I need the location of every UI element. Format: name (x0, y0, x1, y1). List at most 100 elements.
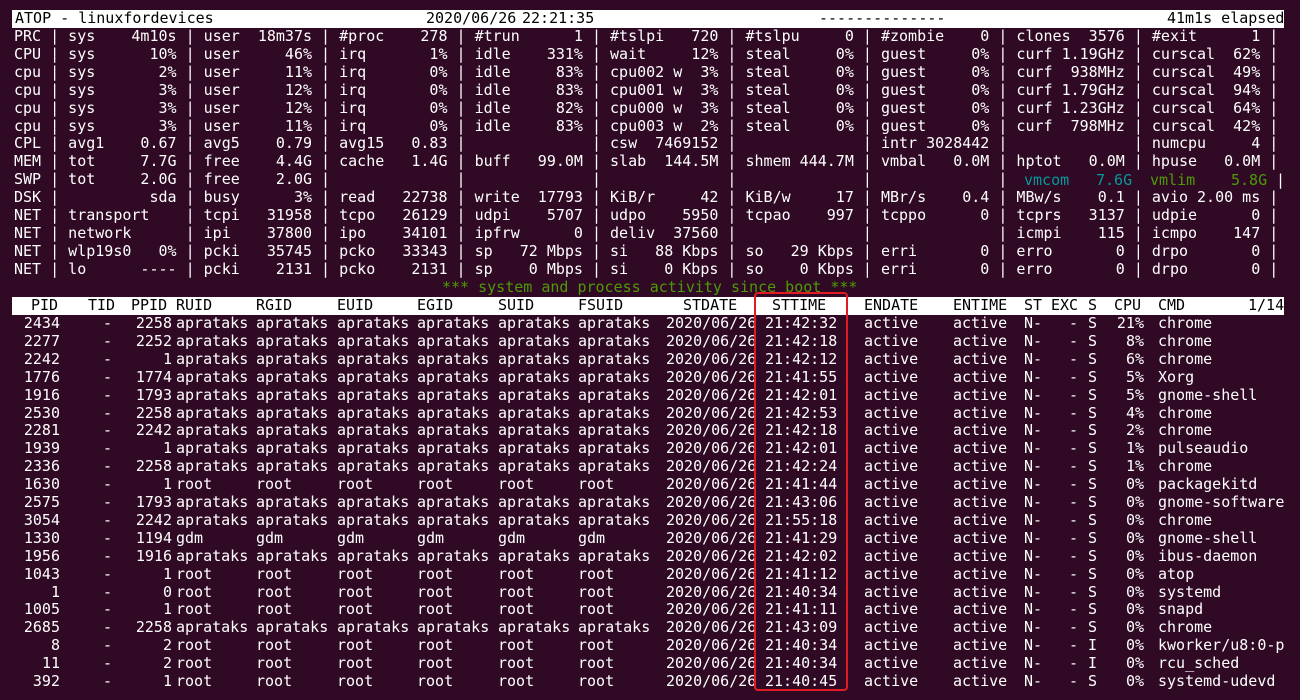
cell-ppid: 1 (162, 672, 172, 690)
cell-egid: root (417, 582, 454, 601)
cell-endate: active (864, 457, 919, 476)
col-header-cmd[interactable]: CMD (1158, 296, 1185, 315)
cell-rgid: aprataks (256, 493, 329, 511)
table-row[interactable]: 8-2 root root root root root root 2020/06/26 21:… (0, 636, 1300, 655)
cell-st: N- (1024, 528, 1043, 547)
cell-fsuid: aprataks (578, 510, 651, 529)
vmcom-value: 7.6G (1096, 170, 1133, 189)
cell-st: N- (1024, 564, 1043, 583)
col-header-pid[interactable]: PID (31, 296, 58, 315)
cell-suid: aprataks (498, 367, 571, 386)
cell-fsuid: aprataks (578, 385, 651, 404)
col-header-st[interactable]: ST (1024, 296, 1042, 315)
col-header-egid[interactable]: EGID (417, 296, 453, 315)
table-row[interactable]: 11-2 root root root root root root 2020/06/26 21… (0, 654, 1300, 673)
table-row[interactable]: 1005-1 root root root root root root 2020/06/26… (0, 600, 1300, 619)
cell-st: N- (1024, 654, 1043, 673)
cell-exc: - (1068, 421, 1078, 440)
col-header-sttime[interactable]: STTIME (772, 296, 826, 315)
cell-cpu: 0% (1125, 475, 1144, 494)
cell-rgid: aprataks (256, 349, 329, 368)
cell-stdate: 2020/06/26 (666, 528, 757, 547)
cell-suid: aprataks (498, 457, 571, 476)
cell-suid: root (498, 636, 535, 655)
cell-ppid: 1793 (135, 493, 172, 511)
cell-ruid: root (176, 636, 213, 655)
table-row[interactable]: 1043-1 root root root root root root 2020/06/26… (0, 564, 1300, 584)
table-row[interactable]: 2242-1 aprataks aprataks aprataks aprataks ap… (0, 349, 1300, 369)
cell-exc: - (1068, 493, 1078, 511)
col-header-ruid[interactable]: RUID (176, 296, 212, 315)
system-line: cpu | sys 3% | user 11% | irq 0% | idle … (14, 116, 1279, 135)
table-row[interactable]: 1330-1194 gdm gdm gdm gdm gdm gdm 2020/06/26 21:… (0, 528, 1300, 548)
table-row[interactable]: 1956-1916 aprataks aprataks aprataks apratak… (0, 546, 1300, 566)
cell-euid: aprataks (337, 439, 410, 458)
table-row[interactable]: 2685-2258 aprataks aprataks aprataks apratak… (0, 618, 1300, 637)
cell-rgid: root (256, 654, 293, 673)
table-row[interactable]: 1-0 root root root root root root 2020/06/26 21:… (0, 582, 1300, 602)
cell-stdate: 2020/06/26 (666, 654, 757, 673)
cell-cpu: 4% (1125, 403, 1144, 422)
cell-rgid: aprataks (256, 510, 329, 529)
col-header-page-indicator[interactable]: 1/14 (1248, 296, 1284, 315)
system-line: NET | wlp19s0 0% | pcki 35745 | pcko 333… (14, 241, 1279, 260)
cell-exc: - (1068, 367, 1078, 386)
table-row[interactable]: 2281-2242 aprataks aprataks aprataks apratak… (0, 421, 1300, 440)
col-header-exc[interactable]: EXC (1051, 296, 1078, 315)
col-header-s[interactable]: S (1088, 296, 1097, 315)
cell-endate: active (864, 672, 919, 690)
cell-ppid: 2252 (135, 331, 172, 350)
cell-exc: - (1068, 672, 1078, 690)
cell-cpu: 0% (1125, 600, 1144, 619)
cell-cmd: gnome-shell (1158, 528, 1258, 547)
terminal-window[interactable]: ATOP - linuxfordevices 2020/06/26 22:21:… (0, 0, 1300, 700)
cell-tid: - (102, 582, 112, 601)
table-row[interactable]: 2530-2258 aprataks aprataks aprataks apratak… (0, 403, 1300, 423)
cell-s: S (1088, 421, 1098, 440)
table-row[interactable]: 1916-1793 aprataks aprataks aprataks apratak… (0, 385, 1300, 405)
col-header-tid[interactable]: TID (88, 296, 115, 315)
table-row[interactable]: 3054-2242 aprataks aprataks aprataks apratak… (0, 510, 1300, 530)
col-header-endate[interactable]: ENDATE (864, 296, 918, 315)
cell-pid: 1330 (23, 528, 60, 547)
table-row[interactable]: 392-1 root root root root root root 2020/06/26 2… (0, 672, 1300, 691)
cell-euid: aprataks (337, 331, 410, 350)
cell-stdate: 2020/06/26 (666, 564, 757, 583)
cell-cmd: kworker/u8:0-p (1158, 636, 1285, 655)
table-row[interactable]: 1939-1 aprataks aprataks aprataks aprataks ap… (0, 439, 1300, 458)
cell-euid: root (337, 636, 374, 655)
table-row[interactable]: 2336-2258 aprataks aprataks aprataks apratak… (0, 457, 1300, 476)
cell-fsuid: gdm (578, 528, 606, 547)
system-line: SWP | tot 2.0G | free 2.0G | | | | | | (14, 170, 1008, 189)
cell-sttime: 21:42:32 (765, 314, 838, 332)
cell-sttime: 21:40:34 (765, 636, 838, 655)
cell-entime: active (953, 672, 1008, 690)
cell-ppid: 1194 (135, 528, 172, 547)
table-row[interactable]: 2434-2258 aprataks aprataks aprataks apratak… (0, 314, 1300, 333)
col-header-fsuid[interactable]: FSUID (578, 296, 623, 315)
table-row[interactable]: 1630-1 root root root root root root 2020/06/26… (0, 475, 1300, 494)
cell-ppid: 2258 (135, 618, 172, 637)
cell-s: S (1088, 403, 1098, 422)
cell-egid: gdm (417, 528, 445, 547)
col-header-entime[interactable]: ENTIME (953, 296, 1007, 315)
cell-s: S (1088, 314, 1098, 332)
table-row[interactable]: 2575-1793 aprataks aprataks aprataks apratak… (0, 493, 1300, 512)
cell-egid: aprataks (417, 457, 490, 476)
table-row[interactable]: 2277-2252 aprataks aprataks aprataks apratak… (0, 331, 1300, 351)
col-header-rgid[interactable]: RGID (256, 296, 292, 315)
cell-s: I (1088, 654, 1098, 673)
cell-tid: - (102, 493, 112, 511)
col-header-ppid[interactable]: PPID (131, 296, 167, 315)
table-row[interactable]: 1776-1774 aprataks aprataks aprataks apratak… (0, 367, 1300, 387)
cell-cpu: 0% (1125, 582, 1144, 601)
cell-euid: root (337, 564, 374, 583)
col-header-suid[interactable]: SUID (498, 296, 534, 315)
col-header-stdate[interactable]: STDATE (683, 296, 737, 315)
cell-pid: 3054 (23, 510, 60, 529)
col-header-euid[interactable]: EUID (337, 296, 373, 315)
system-line: NET | transport | tcpi 31958 | tcpo 2612… (14, 206, 1279, 224)
cell-entime: active (953, 403, 1008, 422)
cell-cmd: ibus-daemon (1158, 546, 1258, 565)
col-header-cpu[interactable]: CPU (1114, 296, 1141, 315)
